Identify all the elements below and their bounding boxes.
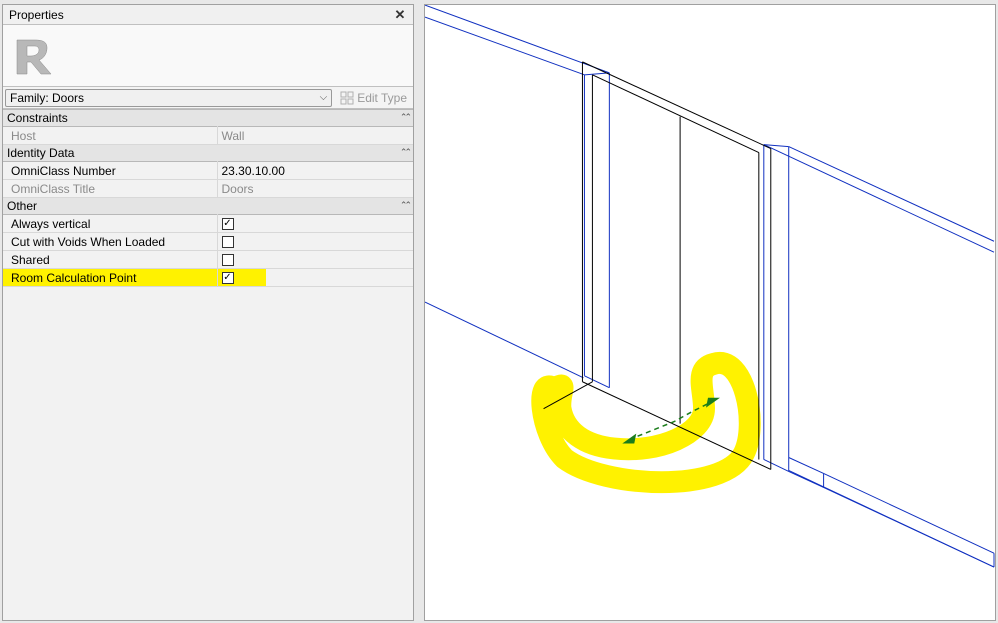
family-row: Family: Doors ⌵ Edit Type xyxy=(3,87,413,109)
prop-omniclass-title-label: OmniClass Title xyxy=(11,182,95,196)
prop-omniclass-number-label: OmniClass Number xyxy=(11,164,116,178)
prop-always-vertical[interactable]: Always vertical xyxy=(3,215,413,233)
wall-right-segment xyxy=(764,145,994,568)
prop-shared[interactable]: Shared xyxy=(3,251,413,269)
prop-omniclass-number[interactable]: OmniClass Number 23.30.10.00 xyxy=(3,162,413,180)
shared-checkbox[interactable] xyxy=(222,254,234,266)
type-selector[interactable] xyxy=(3,25,413,87)
prop-shared-label: Shared xyxy=(11,253,50,267)
collapse-icon[interactable]: ⌃⌃ xyxy=(400,112,409,123)
family-dropdown[interactable]: Family: Doors ⌵ xyxy=(5,89,332,107)
group-identity-title: Identity Data xyxy=(7,146,74,160)
close-icon[interactable]: ✕ xyxy=(391,7,409,23)
panel-title: Properties xyxy=(9,8,64,22)
prop-host-value: Wall xyxy=(222,129,245,143)
edit-type-label: Edit Type xyxy=(357,91,407,105)
prop-cut-voids[interactable]: Cut with Voids When Loaded xyxy=(3,233,413,251)
edit-type-button[interactable]: Edit Type xyxy=(336,89,411,107)
door-opening[interactable] xyxy=(544,62,771,470)
highlight-annotation xyxy=(542,363,749,482)
group-other[interactable]: Other ⌃⌃ xyxy=(3,198,413,215)
always-vertical-checkbox[interactable] xyxy=(222,218,234,230)
prop-omniclass-number-value: 23.30.10.00 xyxy=(222,164,285,178)
prop-room-calc-point[interactable]: Room Calculation Point xyxy=(3,269,413,287)
floor-edge-left xyxy=(425,302,583,378)
prop-always-vertical-label: Always vertical xyxy=(11,217,90,231)
grid-icon xyxy=(340,91,354,105)
prop-room-calc-label: Room Calculation Point xyxy=(11,271,136,285)
cut-voids-checkbox[interactable] xyxy=(222,236,234,248)
group-constraints-title: Constraints xyxy=(7,111,68,125)
collapse-icon[interactable]: ⌃⌃ xyxy=(400,147,409,158)
drawing-viewport[interactable] xyxy=(424,4,996,621)
drawing-canvas[interactable] xyxy=(425,5,995,620)
wall-base-right xyxy=(789,457,994,567)
prop-cut-voids-label: Cut with Voids When Loaded xyxy=(11,235,165,249)
prop-host[interactable]: Host Wall xyxy=(3,127,413,145)
chevron-down-icon: ⌵ xyxy=(320,92,328,103)
properties-panel: Properties ✕ Family: Doors ⌵ Edit Type xyxy=(2,4,414,621)
prop-omniclass-title[interactable]: OmniClass Title Doors xyxy=(3,180,413,198)
prop-host-label: Host xyxy=(11,129,36,143)
revit-logo-icon xyxy=(9,32,57,80)
room-calc-checkbox[interactable] xyxy=(222,272,234,284)
collapse-icon[interactable]: ⌃⌃ xyxy=(400,200,409,211)
properties-table: Constraints ⌃⌃ Host Wall Identity Data ⌃… xyxy=(3,109,413,287)
group-constraints[interactable]: Constraints ⌃⌃ xyxy=(3,110,413,127)
prop-omniclass-title-value: Doors xyxy=(222,182,254,196)
group-other-title: Other xyxy=(7,199,37,213)
wall-left-segment xyxy=(425,5,609,388)
group-identity[interactable]: Identity Data ⌃⌃ xyxy=(3,145,413,162)
panel-titlebar[interactable]: Properties ✕ xyxy=(3,5,413,25)
family-label: Family: Doors xyxy=(10,91,84,105)
